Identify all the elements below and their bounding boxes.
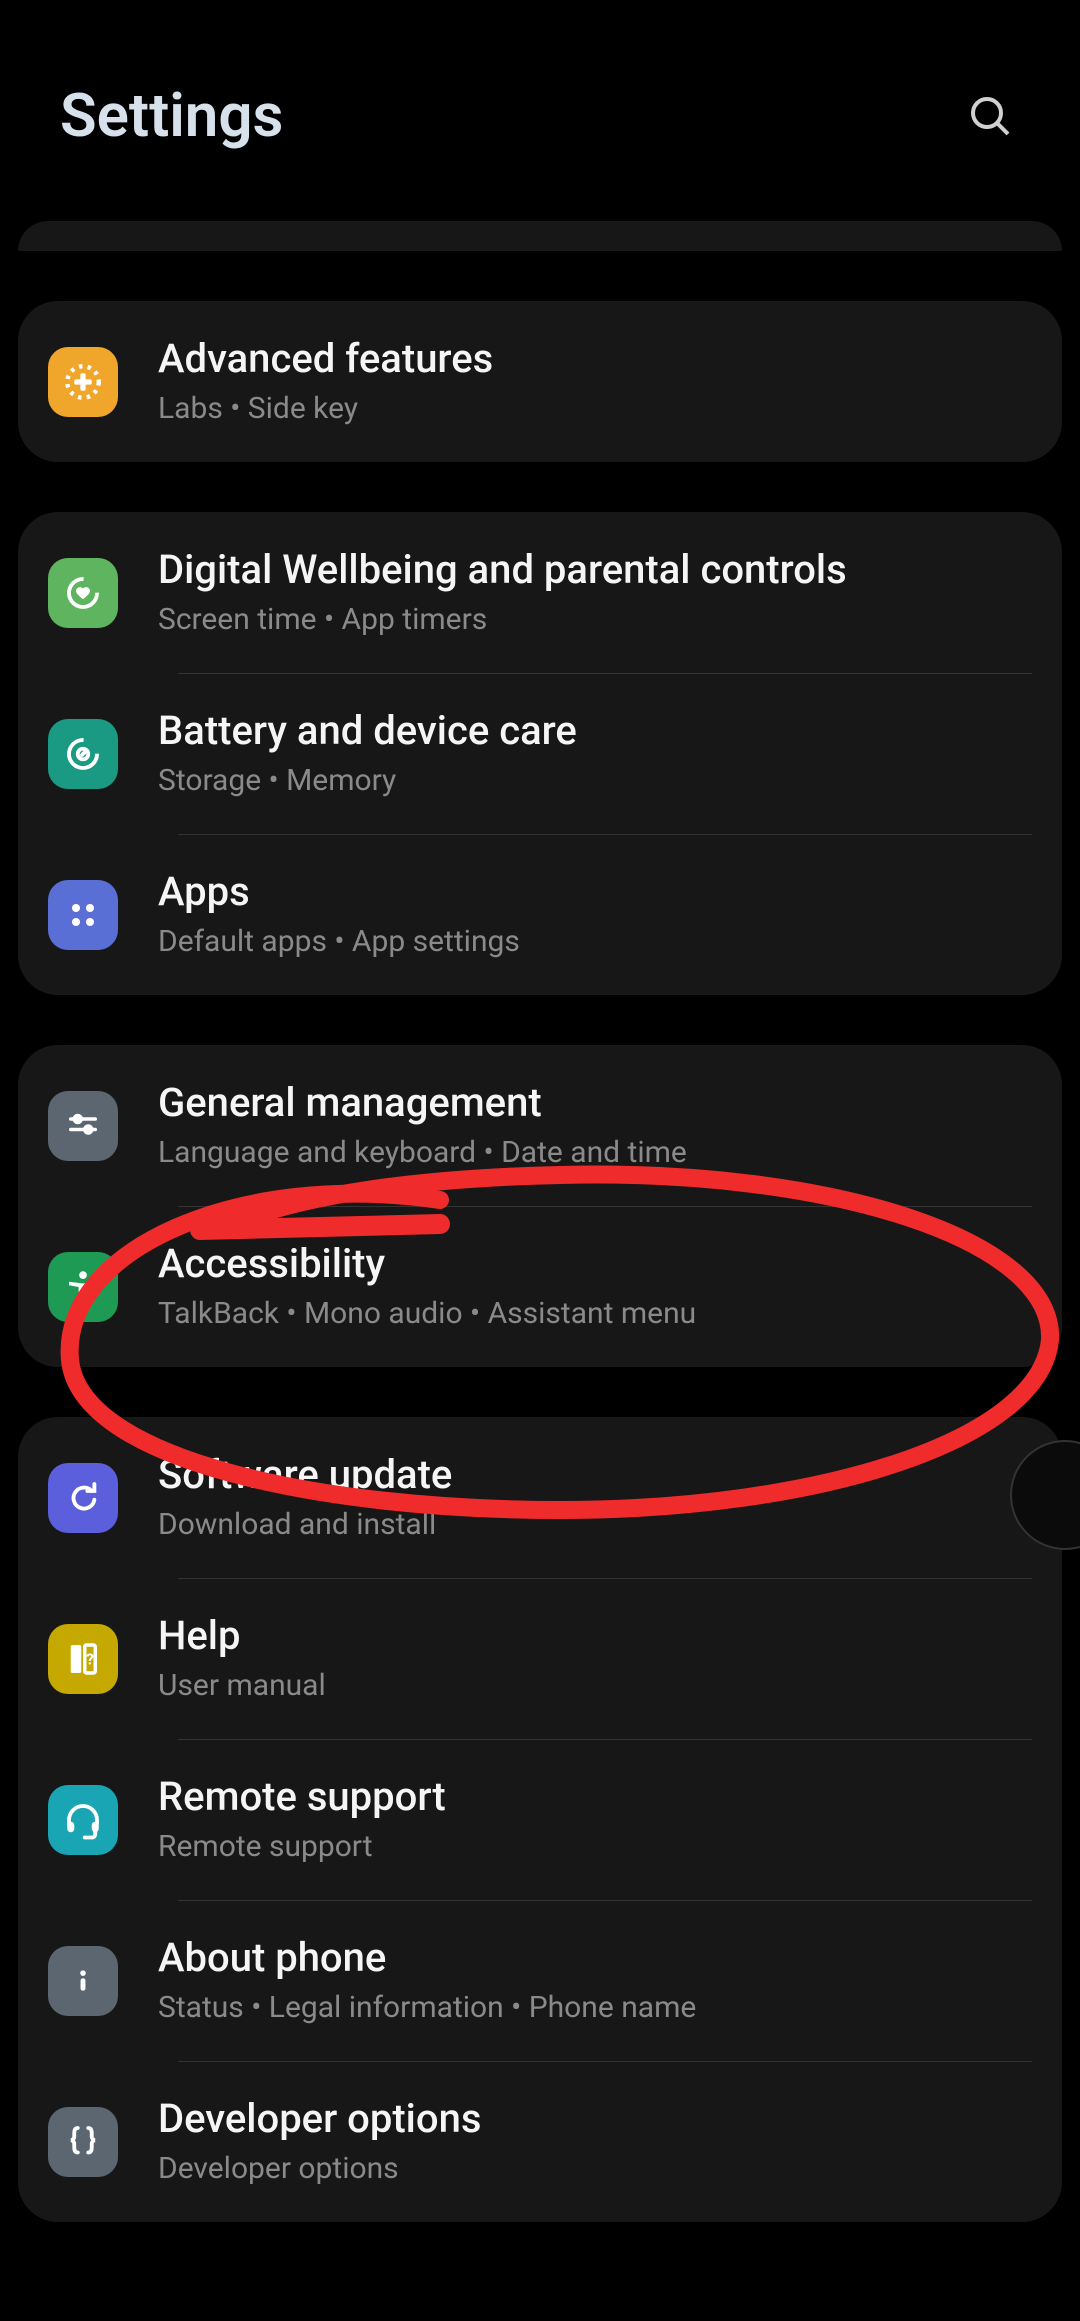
- row-subtitle: Labs • Side key: [158, 389, 1032, 428]
- page-title: Settings: [60, 80, 283, 151]
- search-icon: [966, 92, 1014, 140]
- row-subtitle: Storage • Memory: [158, 761, 1032, 800]
- row-title: Digital Wellbeing and parental controls: [158, 546, 1032, 594]
- settings-group: Advanced features Labs • Side key: [18, 301, 1062, 462]
- settings-group: Software update Download and install ? H…: [18, 1417, 1062, 2222]
- row-title: Accessibility: [158, 1240, 1032, 1288]
- row-subtitle: Download and install: [158, 1505, 1032, 1544]
- row-subtitle: Status • Legal information • Phone name: [158, 1988, 1032, 2027]
- row-subtitle: TalkBack • Mono audio • Assistant menu: [158, 1294, 1032, 1333]
- device-care-icon: [48, 719, 118, 789]
- row-title: Help: [158, 1612, 1032, 1660]
- wellbeing-icon: [48, 558, 118, 628]
- row-developer-options[interactable]: Developer options Developer options: [18, 2061, 1062, 2222]
- row-title: Battery and device care: [158, 707, 1032, 755]
- accessibility-icon: [48, 1252, 118, 1322]
- row-subtitle: Screen time • App timers: [158, 600, 1032, 639]
- row-help[interactable]: ? Help User manual: [18, 1578, 1062, 1739]
- sliders-icon: [48, 1091, 118, 1161]
- row-title: Software update: [158, 1451, 1032, 1499]
- plus-cog-icon: [48, 347, 118, 417]
- row-subtitle: Remote support: [158, 1827, 1032, 1866]
- row-title: Advanced features: [158, 335, 1032, 383]
- help-book-icon: ?: [48, 1624, 118, 1694]
- settings-group: General management Language and keyboard…: [18, 1045, 1062, 1367]
- row-general-management[interactable]: General management Language and keyboard…: [18, 1045, 1062, 1206]
- row-software-update[interactable]: Software update Download and install: [18, 1417, 1062, 1578]
- row-digital-wellbeing[interactable]: Digital Wellbeing and parental controls …: [18, 512, 1062, 673]
- row-accessibility[interactable]: Accessibility TalkBack • Mono audio • As…: [18, 1206, 1062, 1367]
- braces-icon: [48, 2107, 118, 2177]
- row-battery-device-care[interactable]: Battery and device care Storage • Memory: [18, 673, 1062, 834]
- row-title: General management: [158, 1079, 1032, 1127]
- row-title: Remote support: [158, 1773, 1032, 1821]
- row-apps[interactable]: Apps Default apps • App settings: [18, 834, 1062, 995]
- row-advanced-features[interactable]: Advanced features Labs • Side key: [18, 301, 1062, 462]
- row-title: Developer options: [158, 2095, 1032, 2143]
- svg-text:?: ?: [86, 1649, 94, 1668]
- search-button[interactable]: [960, 86, 1020, 146]
- row-subtitle: User manual: [158, 1666, 1032, 1705]
- info-icon: [48, 1946, 118, 2016]
- settings-group: Digital Wellbeing and parental controls …: [18, 512, 1062, 995]
- settings-header: Settings: [0, 0, 1080, 201]
- update-icon: [48, 1463, 118, 1533]
- row-subtitle: Default apps • App settings: [158, 922, 1032, 961]
- row-subtitle: Developer options: [158, 2149, 1032, 2188]
- row-title: About phone: [158, 1934, 1032, 1982]
- row-subtitle: Language and keyboard • Date and time: [158, 1133, 1032, 1172]
- previous-group-peek: [18, 221, 1062, 251]
- row-about-phone[interactable]: About phone Status • Legal information •…: [18, 1900, 1062, 2061]
- apps-icon: [48, 880, 118, 950]
- headset-icon: [48, 1785, 118, 1855]
- row-title: Apps: [158, 868, 1032, 916]
- row-remote-support[interactable]: Remote support Remote support: [18, 1739, 1062, 1900]
